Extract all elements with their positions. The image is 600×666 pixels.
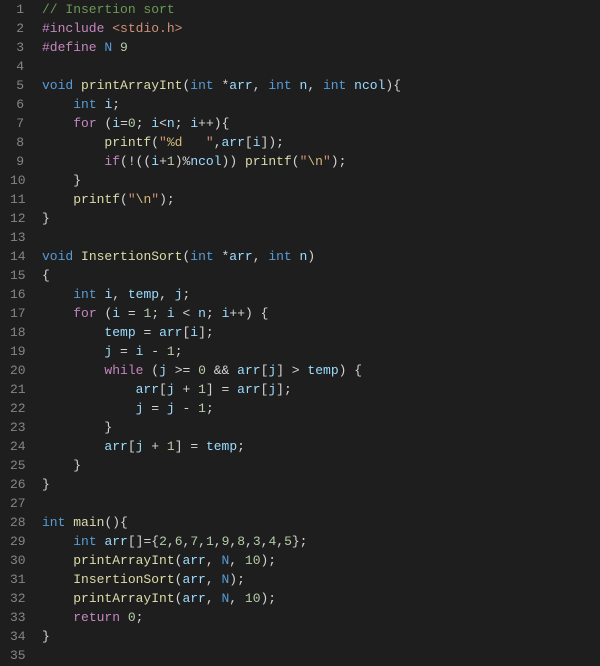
code-line[interactable]: InsertionSort(arr, N); [42, 570, 600, 589]
line-number: 32 [10, 589, 24, 608]
code-line[interactable]: int arr[]={2,6,7,1,9,8,3,4,5}; [42, 532, 600, 551]
code-line[interactable]: void InsertionSort(int *arr, int n) [42, 247, 600, 266]
code-line[interactable]: printArrayInt(arr, N, 10); [42, 551, 600, 570]
line-number: 18 [10, 323, 24, 342]
line-number: 5 [10, 76, 24, 95]
code-line[interactable]: } [42, 627, 600, 646]
code-line[interactable]: printArrayInt(arr, N, 10); [42, 589, 600, 608]
line-number: 21 [10, 380, 24, 399]
code-line[interactable] [42, 57, 600, 76]
code-line[interactable]: { [42, 266, 600, 285]
line-number: 30 [10, 551, 24, 570]
line-number: 25 [10, 456, 24, 475]
line-number: 11 [10, 190, 24, 209]
code-line[interactable]: while (j >= 0 && arr[j] > temp) { [42, 361, 600, 380]
code-line[interactable]: } [42, 475, 600, 494]
line-number: 20 [10, 361, 24, 380]
code-line[interactable]: void printArrayInt(int *arr, int n, int … [42, 76, 600, 95]
code-line[interactable]: // Insertion sort [42, 0, 600, 19]
line-number: 33 [10, 608, 24, 627]
code-line[interactable]: if(!((i+1)%ncol)) printf("\n"); [42, 152, 600, 171]
code-line[interactable]: int main(){ [42, 513, 600, 532]
code-line[interactable]: temp = arr[i]; [42, 323, 600, 342]
code-line[interactable]: } [42, 456, 600, 475]
code-line[interactable]: for (i=0; i<n; i++){ [42, 114, 600, 133]
line-number: 26 [10, 475, 24, 494]
line-number: 12 [10, 209, 24, 228]
line-number: 29 [10, 532, 24, 551]
line-number: 15 [10, 266, 24, 285]
line-number: 17 [10, 304, 24, 323]
line-number: 24 [10, 437, 24, 456]
code-line[interactable]: j = j - 1; [42, 399, 600, 418]
code-line[interactable]: arr[j + 1] = arr[j]; [42, 380, 600, 399]
code-line[interactable]: return 0; [42, 608, 600, 627]
code-line[interactable]: printf("%d ",arr[i]); [42, 133, 600, 152]
code-line[interactable]: arr[j + 1] = temp; [42, 437, 600, 456]
line-number: 31 [10, 570, 24, 589]
code-line[interactable]: int i, temp, j; [42, 285, 600, 304]
line-number: 27 [10, 494, 24, 513]
code-line[interactable]: j = i - 1; [42, 342, 600, 361]
line-number-gutter: 1234567891011121314151617181920212223242… [0, 0, 38, 666]
code-line[interactable]: #include <stdio.h> [42, 19, 600, 38]
line-number: 6 [10, 95, 24, 114]
line-number: 23 [10, 418, 24, 437]
line-number: 1 [10, 0, 24, 19]
line-number: 9 [10, 152, 24, 171]
line-number: 7 [10, 114, 24, 133]
line-number: 14 [10, 247, 24, 266]
code-line[interactable] [42, 494, 600, 513]
code-line[interactable]: } [42, 171, 600, 190]
code-line[interactable] [42, 228, 600, 247]
code-line[interactable]: for (i = 1; i < n; i++) { [42, 304, 600, 323]
line-number: 10 [10, 171, 24, 190]
line-number: 19 [10, 342, 24, 361]
line-number: 8 [10, 133, 24, 152]
line-number: 13 [10, 228, 24, 247]
line-number: 22 [10, 399, 24, 418]
code-line[interactable]: #define N 9 [42, 38, 600, 57]
line-number: 28 [10, 513, 24, 532]
code-line[interactable] [42, 646, 600, 665]
line-number: 34 [10, 627, 24, 646]
line-number: 35 [10, 646, 24, 665]
line-number: 2 [10, 19, 24, 38]
code-line[interactable]: printf("\n"); [42, 190, 600, 209]
line-number: 4 [10, 57, 24, 76]
code-line[interactable]: int i; [42, 95, 600, 114]
code-editor-content[interactable]: // Insertion sort#include <stdio.h>#defi… [38, 0, 600, 666]
code-line[interactable]: } [42, 209, 600, 228]
line-number: 3 [10, 38, 24, 57]
line-number: 16 [10, 285, 24, 304]
code-line[interactable]: } [42, 418, 600, 437]
